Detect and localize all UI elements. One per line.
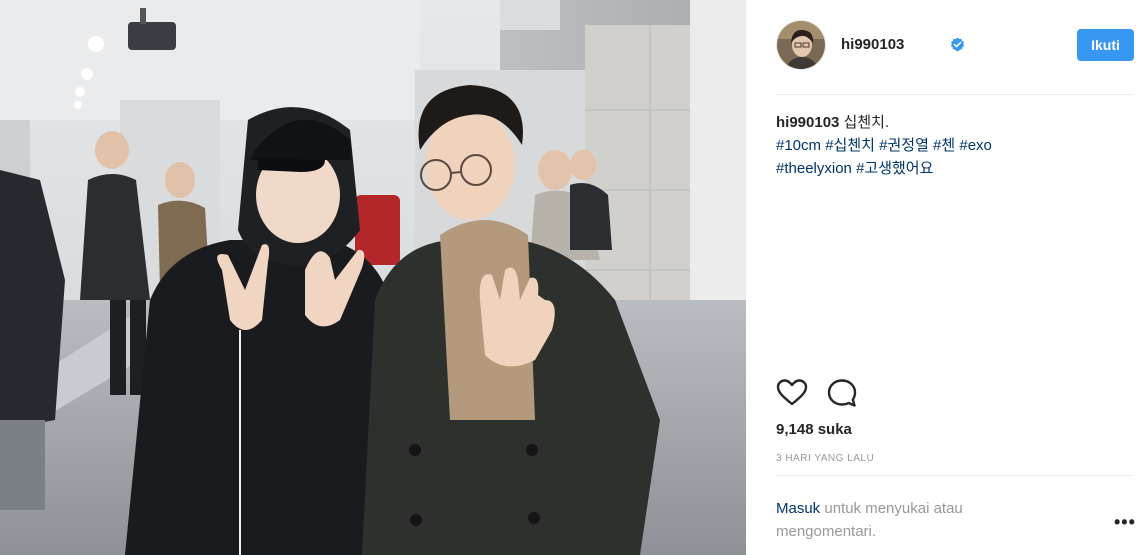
speech-bubble-icon[interactable]	[826, 377, 858, 409]
avatar-image	[777, 21, 825, 69]
divider	[776, 475, 1134, 476]
login-prompt: Masuk untuk menyukai atau mengomentari.	[776, 497, 1026, 543]
post-photo[interactable]	[0, 0, 746, 555]
hashtag-link[interactable]: #첸	[933, 137, 955, 154]
caption-username-link[interactable]: hi990103	[776, 114, 839, 131]
follow-button[interactable]: Ikuti	[1077, 29, 1134, 61]
ellipsis-icon[interactable]: •••	[1114, 512, 1136, 533]
avatar[interactable]	[776, 20, 826, 70]
hashtag-link[interactable]: #고생했어요	[856, 160, 933, 177]
caption-text: 십첸치.	[839, 114, 890, 131]
photo-illustration	[0, 0, 746, 555]
hashtag-link[interactable]: #10cm	[776, 137, 821, 154]
login-link[interactable]: Masuk	[776, 500, 820, 517]
hashtag-link[interactable]: #십첸치	[825, 137, 875, 154]
hashtag-link[interactable]: #권정열	[879, 137, 929, 154]
verified-badge-icon	[950, 37, 965, 52]
post-header: hi990103 Ikuti	[776, 20, 1134, 95]
hashtag-link[interactable]: #theelyxion	[776, 160, 852, 177]
post-caption: hi990103 십첸치. #10cm #십첸치 #권정열 #첸 #exo #t…	[776, 111, 1116, 180]
like-count[interactable]: 9,148 suka	[776, 421, 852, 438]
post-timestamp: 3 HARI YANG LALU	[776, 453, 875, 464]
heart-outline-icon[interactable]	[776, 377, 808, 409]
post-actions	[776, 377, 876, 409]
hashtag-link[interactable]: #exo	[959, 137, 992, 154]
post-side-panel: hi990103 Ikuti hi990103 십첸치. #10cm #십첸치 …	[746, 0, 1148, 555]
username-link[interactable]: hi990103	[841, 36, 904, 53]
